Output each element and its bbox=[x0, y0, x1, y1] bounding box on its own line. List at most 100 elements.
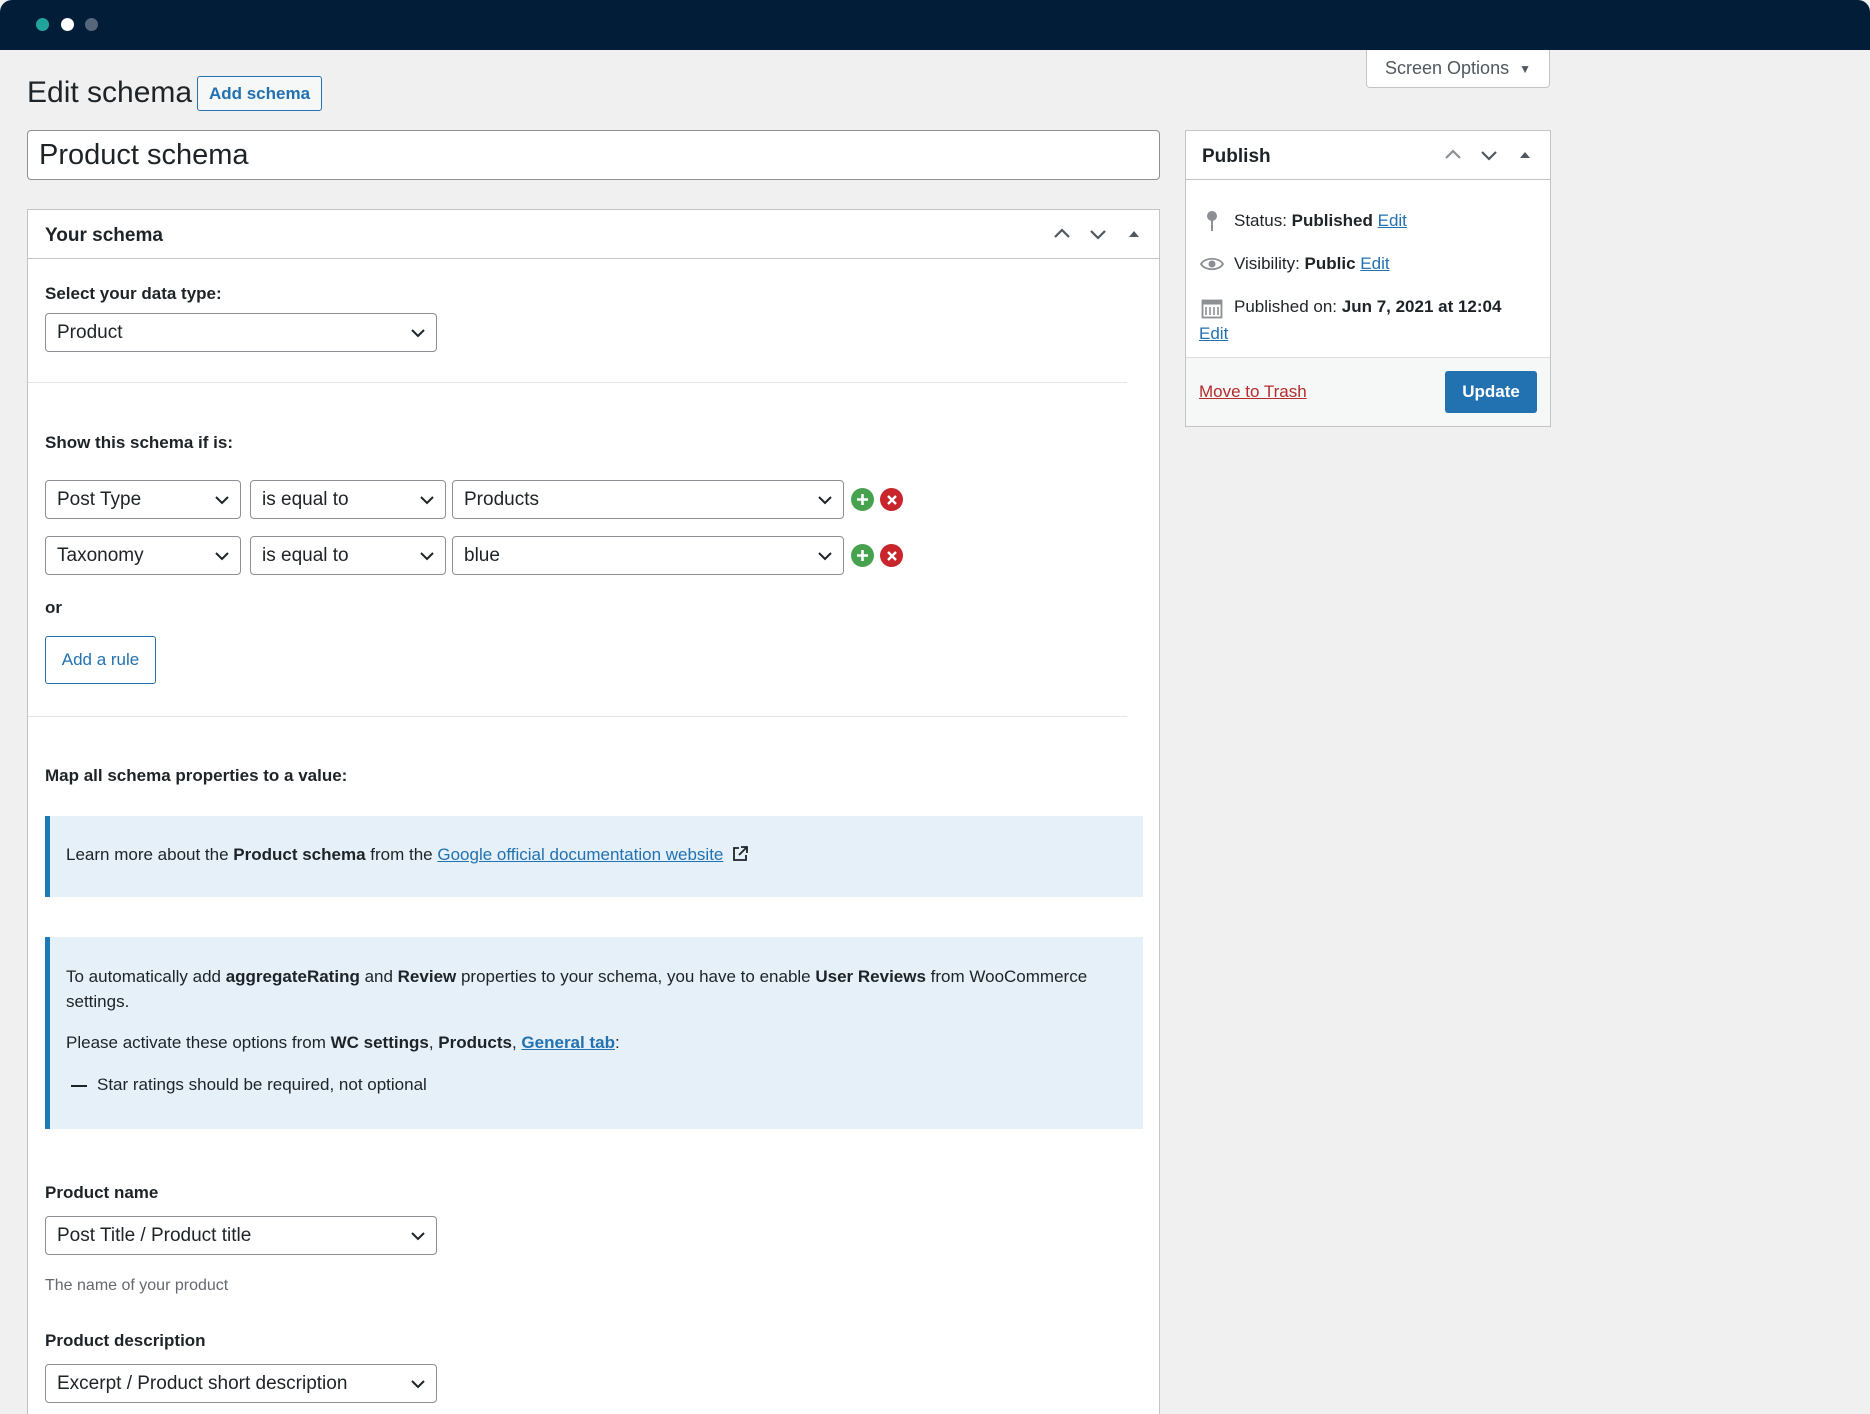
product-name-value: Post Title / Product title bbox=[57, 1224, 252, 1246]
update-button[interactable]: Update bbox=[1445, 371, 1537, 413]
notice-text: , bbox=[428, 1033, 439, 1052]
chevron-down-icon[interactable] bbox=[1478, 144, 1500, 166]
schema-metabox-title: Your schema bbox=[45, 225, 163, 246]
data-type-label: Select your data type: bbox=[45, 284, 222, 303]
window-dot-white[interactable] bbox=[61, 18, 74, 31]
chevron-down-icon bbox=[411, 329, 425, 338]
notice-bold-text: WC settings bbox=[330, 1033, 429, 1052]
product-description-select[interactable]: Excerpt / Product short description bbox=[45, 1364, 437, 1403]
window-dot-gray[interactable] bbox=[85, 18, 98, 31]
rule-param-select[interactable]: Post Type bbox=[45, 480, 241, 519]
remove-rule-x-icon[interactable] bbox=[880, 544, 903, 567]
divider bbox=[28, 382, 1127, 383]
product-name-select[interactable]: Post Title / Product title bbox=[45, 1216, 437, 1255]
chevron-down-icon bbox=[420, 552, 434, 561]
rule-operator-select[interactable]: is equal to bbox=[250, 536, 446, 575]
collapse-triangle-icon[interactable] bbox=[1514, 144, 1536, 166]
eye-icon bbox=[1200, 256, 1224, 272]
page-title: Edit schema bbox=[27, 76, 193, 109]
chevron-down-icon bbox=[411, 1380, 425, 1389]
rule-param-value: Post Type bbox=[57, 488, 142, 510]
screen-options-label: Screen Options bbox=[1385, 58, 1510, 78]
edit-date-link[interactable]: Edit bbox=[1199, 324, 1228, 344]
product-description-label: Product description bbox=[45, 1331, 206, 1350]
status-value: Published bbox=[1291, 211, 1373, 230]
collapse-triangle-icon[interactable] bbox=[1123, 223, 1145, 245]
chevron-up-icon[interactable] bbox=[1442, 144, 1464, 166]
schema-metabox-header: Your schema bbox=[28, 210, 1159, 259]
rule-param-value: Taxonomy bbox=[57, 544, 144, 566]
rule-operator-value: is equal to bbox=[262, 544, 349, 566]
documentation-notice: Learn more about the Product schema from… bbox=[45, 816, 1143, 897]
chevron-down-icon bbox=[411, 1232, 425, 1241]
chevron-down-icon bbox=[818, 552, 832, 561]
publish-title: Publish bbox=[1202, 146, 1271, 167]
chevron-down-icon bbox=[215, 552, 229, 561]
pin-icon bbox=[1200, 210, 1224, 232]
window-dot-green[interactable] bbox=[36, 18, 49, 31]
rule-value-value: blue bbox=[464, 544, 500, 566]
show-if-label: Show this schema if is: bbox=[45, 433, 233, 452]
product-description-value: Excerpt / Product short description bbox=[57, 1372, 348, 1394]
data-type-value: Product bbox=[57, 321, 123, 343]
post-title-input[interactable]: Product schema bbox=[27, 130, 1160, 180]
product-name-help: The name of your product bbox=[45, 1277, 229, 1294]
notice-bullet: Star ratings should be required, not opt… bbox=[66, 1072, 1127, 1097]
status-row: Status: Published Edit bbox=[1200, 210, 1407, 232]
edit-status-link[interactable]: Edit bbox=[1378, 211, 1407, 230]
schema-metabox: Your schema Select your data type: Produ… bbox=[27, 209, 1160, 1414]
add-rule-plus-icon[interactable] bbox=[851, 488, 874, 511]
notice-bullet-text: Star ratings should be required, not opt… bbox=[97, 1075, 427, 1094]
rule-operator-value: is equal to bbox=[262, 488, 349, 510]
rule-value-select[interactable]: blue bbox=[452, 536, 844, 575]
notice-text: To automatically add bbox=[66, 967, 226, 986]
chevron-up-icon[interactable] bbox=[1051, 223, 1073, 245]
notice-bold-text: aggregateRating bbox=[225, 967, 360, 986]
chevron-down-icon bbox=[420, 496, 434, 505]
visibility-value: Public bbox=[1304, 254, 1356, 273]
notice-bold-text: Product schema bbox=[233, 845, 366, 864]
edit-visibility-link[interactable]: Edit bbox=[1360, 254, 1389, 273]
chevron-down-icon[interactable] bbox=[1087, 223, 1109, 245]
notice-bold-text: Products bbox=[438, 1033, 512, 1052]
status-label: Status: bbox=[1234, 211, 1292, 230]
or-label: or bbox=[45, 598, 62, 617]
google-documentation-link[interactable]: Google official documentation website bbox=[437, 845, 723, 864]
add-rule-plus-icon[interactable] bbox=[851, 544, 874, 567]
published-on-label: Published on: bbox=[1234, 297, 1342, 316]
rule-operator-select[interactable]: is equal to bbox=[250, 480, 446, 519]
add-rule-button[interactable]: Add a rule bbox=[45, 636, 156, 684]
publish-metabox-header: Publish bbox=[1186, 131, 1550, 180]
published-on-row: Published on: Jun 7, 2021 at 12:04 bbox=[1200, 297, 1501, 319]
notice-paragraph: To automatically add aggregateRating and… bbox=[66, 964, 1127, 1014]
notice-bold-text: User Reviews bbox=[815, 967, 926, 986]
data-type-select[interactable]: Product bbox=[45, 313, 437, 352]
rule-value-select[interactable]: Products bbox=[452, 480, 844, 519]
notice-paragraph: Please activate these options from WC se… bbox=[66, 1030, 1127, 1055]
remove-rule-x-icon[interactable] bbox=[880, 488, 903, 511]
chevron-down-icon bbox=[215, 496, 229, 505]
chevron-down-icon bbox=[818, 496, 832, 505]
add-schema-button[interactable]: Add schema bbox=[197, 76, 322, 111]
move-to-trash-link[interactable]: Move to Trash bbox=[1199, 382, 1307, 402]
general-tab-link[interactable]: General tab bbox=[521, 1033, 615, 1052]
notice-text: : bbox=[614, 1033, 620, 1052]
triangle-down-icon: ▼ bbox=[1519, 61, 1531, 76]
notice-text: , bbox=[511, 1033, 522, 1052]
publish-metabox: Publish Status: Published Edit Visibilit… bbox=[1185, 130, 1551, 427]
notice-text: properties to your schema, you have to e… bbox=[456, 967, 816, 986]
notice-bold-text: Review bbox=[397, 967, 457, 986]
publish-actions: Move to Trash Update bbox=[1186, 357, 1550, 426]
calendar-icon bbox=[1200, 297, 1224, 319]
rule-param-select[interactable]: Taxonomy bbox=[45, 536, 241, 575]
dash-icon bbox=[71, 1084, 87, 1087]
product-name-label: Product name bbox=[45, 1183, 159, 1202]
visibility-label: Visibility: bbox=[1234, 254, 1305, 273]
notice-text: and bbox=[359, 967, 398, 986]
notice-text: Learn more about the bbox=[66, 845, 234, 864]
map-properties-label: Map all schema properties to a value: bbox=[45, 766, 348, 785]
external-link-icon[interactable] bbox=[731, 845, 749, 863]
notice-text: Please activate these options from bbox=[66, 1033, 331, 1052]
screen-options-button[interactable]: Screen Options ▼ bbox=[1366, 50, 1550, 88]
rule-value-value: Products bbox=[464, 488, 539, 510]
